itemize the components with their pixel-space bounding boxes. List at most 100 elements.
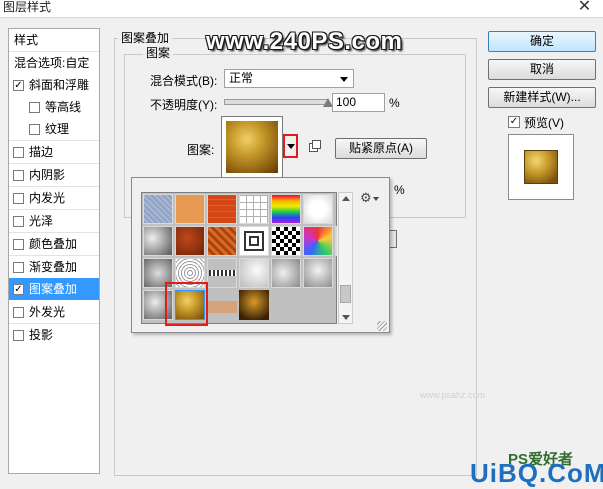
pattern-label: 图案: [187, 143, 215, 157]
sidebar-item-satin[interactable]: 光泽 [9, 210, 99, 232]
checkbox-bevel-emboss[interactable]: ✓ [13, 80, 24, 91]
sidebar-item-gradient-overlay[interactable]: 渐变叠加 [9, 256, 99, 278]
checkbox-stroke[interactable] [13, 147, 24, 158]
watermark-faint: www.psahz.com [420, 390, 486, 400]
pattern-swatch[interactable] [143, 226, 173, 256]
gear-icon[interactable]: ⚙ [360, 190, 372, 206]
sidebar-item-texture[interactable]: 纹理 [9, 118, 99, 140]
sidebar-item-label: 内发光 [29, 191, 66, 205]
pattern-swatch[interactable] [271, 194, 301, 224]
pattern-swatch[interactable] [207, 301, 237, 313]
ok-button[interactable]: 确定 [488, 31, 596, 52]
style-list-header-label: 样式 [14, 33, 39, 47]
opacity-label: 不透明度(Y): [150, 98, 218, 112]
style-preview-box [508, 134, 574, 200]
sidebar-item-label: 斜面和浮雕 [29, 78, 90, 92]
sidebar-item-label: 外发光 [29, 305, 66, 319]
opacity-unit: % [389, 96, 400, 110]
snap-origin-button[interactable]: 贴紧原点(A) [335, 138, 427, 159]
opacity-slider-fill [225, 100, 327, 104]
pattern-subgroup-title: 图案 [143, 46, 174, 60]
blend-mode-select[interactable]: 正常 [224, 69, 354, 88]
watermark-logo: UiBQ.CoM [470, 458, 603, 488]
blend-mode-label: 混合模式(B): [150, 74, 218, 88]
pattern-swatch[interactable] [271, 258, 301, 288]
sidebar-item-label: 等高线 [45, 100, 82, 114]
cancel-button[interactable]: 取消 [488, 59, 596, 80]
opacity-input[interactable]: 100 [332, 93, 385, 112]
pattern-swatch[interactable] [143, 194, 173, 224]
pattern-swatch[interactable] [239, 258, 269, 288]
preview-label: 预览(V) [524, 116, 564, 130]
pattern-grid-scrollbar[interactable] [338, 192, 353, 324]
pattern-swatch-partial [335, 226, 337, 256]
sidebar-item-stroke[interactable]: 描边 [9, 141, 99, 163]
sidebar-item-pattern-overlay[interactable]: ✓ 图案叠加 [9, 278, 99, 300]
sidebar-item-label: 投影 [29, 328, 54, 342]
pattern-swatch[interactable] [303, 194, 333, 224]
scroll-up-icon[interactable] [342, 196, 350, 201]
pattern-swatch[interactable] [239, 194, 269, 224]
pattern-swatch[interactable] [175, 194, 205, 224]
scroll-down-icon[interactable] [342, 315, 350, 320]
chevron-down-icon [340, 77, 348, 82]
pattern-picker-toggle[interactable] [283, 134, 298, 158]
pattern-swatch[interactable] [239, 226, 269, 256]
blend-mode-value: 正常 [229, 71, 254, 85]
style-list: 样式 混合选项:自定 ✓ 斜面和浮雕 等高线 纹理 描边 内阴影 内发光 光泽 … [8, 28, 100, 474]
pattern-swatch[interactable] [239, 290, 269, 320]
sidebar-item-label: 颜色叠加 [29, 237, 78, 251]
checkbox-pattern-overlay[interactable]: ✓ [13, 284, 24, 295]
resize-grip-icon[interactable] [377, 321, 387, 331]
watermark-top: www.240PS.com [206, 28, 403, 55]
checkbox-texture[interactable] [29, 124, 40, 135]
sidebar-item-bevel-emboss[interactable]: ✓ 斜面和浮雕 [9, 74, 99, 96]
sidebar-item-label: 图案叠加 [29, 282, 78, 296]
pattern-preview-swatch [226, 121, 278, 173]
checkbox-inner-shadow[interactable] [13, 170, 24, 181]
style-preview-swatch [524, 150, 558, 184]
style-list-header: 样式 [9, 29, 99, 51]
checkbox-outer-glow[interactable] [13, 307, 24, 318]
opacity-slider-track[interactable] [224, 99, 328, 105]
pattern-swatch[interactable] [271, 226, 301, 256]
pattern-swatch[interactable] [207, 226, 237, 256]
sidebar-item-outer-glow[interactable]: 外发光 [9, 301, 99, 323]
sidebar-item-label: 混合选项:自定 [14, 56, 90, 70]
checkbox-inner-glow[interactable] [13, 193, 24, 204]
checkbox-color-overlay[interactable] [13, 239, 24, 250]
sidebar-item-color-overlay[interactable]: 颜色叠加 [9, 233, 99, 255]
sidebar-item-label: 光泽 [29, 214, 54, 228]
new-preset-icon[interactable] [306, 138, 322, 154]
pattern-overlay-group-title: 图案叠加 [118, 31, 173, 45]
sidebar-item-label: 描边 [29, 145, 54, 159]
pattern-swatch[interactable] [303, 258, 333, 288]
pattern-picker-popup: ⚙ [131, 177, 390, 333]
new-style-button[interactable]: 新建样式(W)... [488, 87, 596, 108]
checkbox-satin[interactable] [13, 216, 24, 227]
checkbox-drop-shadow[interactable] [13, 330, 24, 341]
sidebar-item-label: 渐变叠加 [29, 260, 78, 274]
checkbox-contour[interactable] [29, 102, 40, 113]
gear-menu-chevron-icon[interactable] [373, 197, 379, 201]
pattern-swatch[interactable] [175, 226, 205, 256]
pattern-swatch[interactable] [207, 258, 237, 288]
scrollbar-thumb[interactable] [340, 285, 351, 303]
sidebar-item-inner-glow[interactable]: 内发光 [9, 187, 99, 209]
selected-pattern-highlight [165, 282, 208, 326]
pattern-swatch[interactable] [303, 226, 333, 256]
preview-checkbox-row[interactable]: ✓ 预览(V) [508, 113, 598, 131]
close-icon[interactable]: ✕ [566, 0, 603, 16]
pattern-swatch[interactable] [207, 194, 237, 224]
sidebar-item-blend-options[interactable]: 混合选项:自定 [9, 52, 99, 74]
scale-unit: % [394, 183, 405, 197]
preview-checkbox[interactable]: ✓ [508, 116, 520, 128]
title-bar: 图层样式 ✕ [0, 0, 603, 18]
chevron-down-icon [287, 144, 295, 149]
sidebar-item-label: 纹理 [45, 122, 70, 136]
sidebar-item-contour[interactable]: 等高线 [9, 96, 99, 118]
sidebar-item-drop-shadow[interactable]: 投影 [9, 324, 99, 346]
checkbox-gradient-overlay[interactable] [13, 262, 24, 273]
pattern-preview[interactable] [221, 116, 283, 178]
sidebar-item-inner-shadow[interactable]: 内阴影 [9, 164, 99, 186]
